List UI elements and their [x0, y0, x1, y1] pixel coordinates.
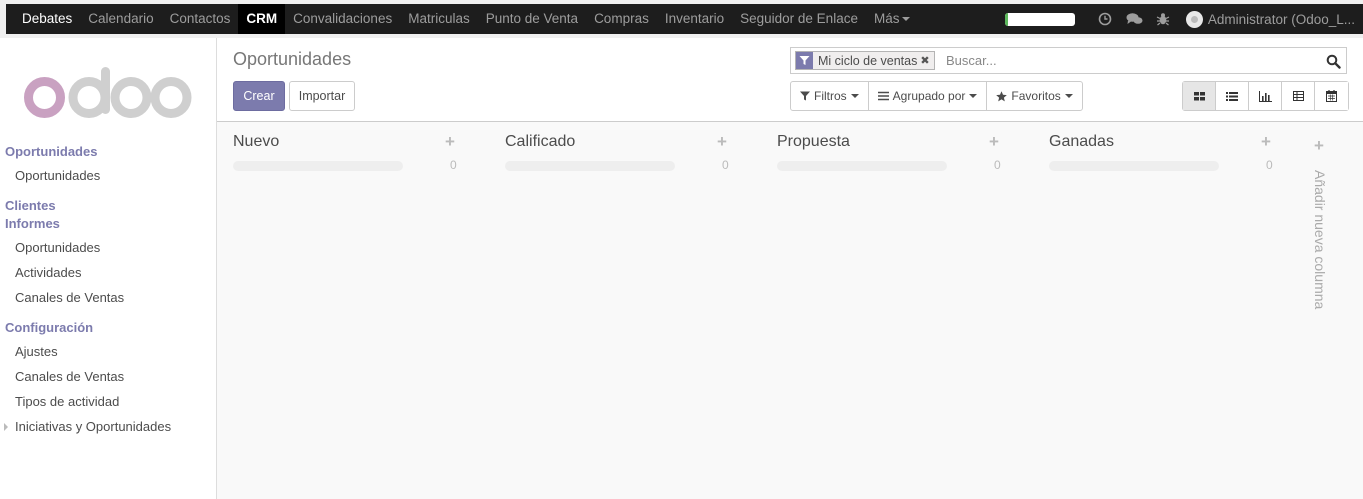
- caret-down-icon: [969, 94, 978, 98]
- group-by-button[interactable]: Agrupado por: [869, 82, 988, 110]
- column-count: 0: [722, 158, 729, 172]
- caret-right-icon[interactable]: [4, 423, 8, 431]
- column-count: 0: [1266, 158, 1273, 172]
- sidebar-item-actividades[interactable]: Actividades: [15, 265, 81, 280]
- avatar[interactable]: [1185, 10, 1203, 28]
- graph-view-button[interactable]: [1249, 82, 1282, 110]
- kanban-column-propuesta: Propuesta + 0: [761, 122, 1017, 182]
- search-icon[interactable]: [1324, 52, 1342, 70]
- page-title: Oportunidades: [233, 49, 352, 69]
- user-name[interactable]: Administrator (Odoo_L...: [1208, 12, 1355, 27]
- column-progress-bar: [233, 161, 403, 171]
- filter-icon: [796, 52, 813, 69]
- sidebar-item-ajustes[interactable]: Ajustes: [15, 344, 58, 359]
- control-panel: Oportunidades Crear Importar Mi ciclo de…: [217, 38, 1363, 122]
- sidebar-item-informes-canales-de-ventas[interactable]: Canales de Ventas: [15, 290, 124, 305]
- caret-down-icon: [850, 94, 859, 98]
- progress-bar[interactable]: [1004, 12, 1075, 26]
- search-box[interactable]: Mi ciclo de ventas ✖: [790, 47, 1347, 74]
- sidebar-item-config-canales-de-ventas[interactable]: Canales de Ventas: [15, 369, 124, 384]
- nav-item-punto-de-venta[interactable]: Punto de Venta: [478, 4, 586, 34]
- column-title[interactable]: Ganadas: [1049, 133, 1114, 151]
- column-count: 0: [994, 158, 1001, 172]
- pivot-view-button[interactable]: [1282, 82, 1315, 110]
- search-facet[interactable]: Mi ciclo de ventas ✖: [795, 51, 935, 70]
- nav-item-matriculas[interactable]: Matriculas: [400, 4, 478, 34]
- search-options: Filtros Agrupado por Favoritos: [790, 81, 1083, 111]
- nav-item-convalidaciones[interactable]: Convalidaciones: [285, 4, 400, 34]
- column-count: 0: [450, 158, 457, 172]
- list-view-button[interactable]: [1216, 82, 1249, 110]
- kanban-column-calificado: Calificado + 0: [489, 122, 745, 182]
- bug-icon[interactable]: [1149, 4, 1178, 34]
- nav-item-contactos[interactable]: Contactos: [162, 4, 239, 34]
- clock-icon[interactable]: [1091, 4, 1120, 34]
- progress-fill: [1004, 12, 1009, 26]
- caret-down-icon: [902, 17, 911, 22]
- column-title[interactable]: Propuesta: [777, 133, 850, 151]
- kanban-icon: [1193, 91, 1205, 100]
- column-progress-bar: [1049, 161, 1219, 171]
- top-bar: Debates Calendario Contactos CRM Convali…: [0, 0, 1363, 38]
- favorites-label: Favoritos: [1011, 89, 1061, 103]
- create-button[interactable]: Crear: [233, 81, 285, 111]
- sidebar-section-oportunidades[interactable]: Oportunidades: [5, 144, 97, 159]
- nav-item-crm[interactable]: CRM: [238, 4, 286, 34]
- import-button[interactable]: Importar: [289, 81, 355, 111]
- nav-item-seguidor-de-enlace[interactable]: Seguidor de Enlace: [732, 4, 866, 34]
- column-progress-bar: [777, 161, 947, 171]
- filters-label: Filtros: [814, 89, 847, 103]
- bars-icon: [877, 91, 889, 101]
- nav-item-inventario[interactable]: Inventario: [657, 4, 732, 34]
- filter-icon: [800, 91, 810, 101]
- add-column-label: Añadir nueva columna: [1312, 170, 1328, 310]
- nav-item-debates[interactable]: Debates: [14, 4, 80, 34]
- quick-add-icon[interactable]: +: [717, 132, 727, 152]
- sidebar-item-informes-oportunidades[interactable]: Oportunidades: [15, 240, 100, 255]
- column-title[interactable]: Nuevo: [233, 133, 279, 151]
- calendar-view-button[interactable]: [1315, 82, 1348, 110]
- nav-item-calendario[interactable]: Calendario: [80, 4, 161, 34]
- nav-item-compras[interactable]: Compras: [586, 4, 657, 34]
- favorites-button[interactable]: Favoritos: [987, 82, 1081, 110]
- kanban-column-ganadas: Ganadas + 0: [1033, 122, 1289, 182]
- app-menu: Debates Calendario Contactos CRM Convali…: [14, 4, 918, 34]
- main-navbar: Debates Calendario Contactos CRM Convali…: [6, 4, 1363, 34]
- table-icon: [1292, 91, 1304, 101]
- star-icon: [996, 90, 1008, 102]
- sidebar-item-tipos-de-actividad[interactable]: Tipos de actividad: [15, 394, 119, 409]
- bar-chart-icon: [1258, 90, 1272, 102]
- quick-add-icon[interactable]: +: [989, 132, 999, 152]
- list-icon: [1226, 91, 1238, 101]
- sidebar-section-informes[interactable]: Informes: [5, 216, 60, 231]
- caret-down-icon: [1064, 94, 1073, 98]
- odoo-logo[interactable]: [24, 63, 192, 119]
- systray: Administrator (Odoo_L...: [1004, 4, 1355, 34]
- sidebar-section-configuracion[interactable]: Configuración: [5, 320, 93, 335]
- column-title[interactable]: Calificado: [505, 133, 575, 151]
- close-icon[interactable]: ✖: [920, 54, 933, 67]
- search-facet-label: Mi ciclo de ventas: [818, 53, 918, 68]
- group-by-label: Agrupado por: [892, 89, 966, 103]
- nav-item-mas[interactable]: Más: [866, 4, 919, 34]
- calendar-icon: [1326, 90, 1337, 102]
- quick-add-icon[interactable]: +: [445, 132, 455, 152]
- chat-icon[interactable]: [1120, 4, 1149, 34]
- add-column-icon[interactable]: +: [1314, 136, 1324, 156]
- search-input[interactable]: [946, 51, 1316, 70]
- quick-add-icon[interactable]: +: [1261, 132, 1271, 152]
- column-progress-bar: [505, 161, 675, 171]
- kanban-view-button[interactable]: [1183, 82, 1216, 110]
- sidebar-section-clientes[interactable]: Clientes: [5, 198, 56, 213]
- sidebar: Oportunidades Oportunidades Clientes Inf…: [0, 38, 217, 499]
- kanban-column-nuevo: Nuevo + 0: [217, 122, 473, 182]
- kanban-board: Nuevo + 0 Calificado + 0 Propuesta + 0 G…: [217, 122, 1363, 499]
- sidebar-item-iniciativas-y-oportunidades[interactable]: Iniciativas y Oportunidades: [15, 419, 171, 434]
- add-column-button[interactable]: Añadir nueva columna: [1312, 170, 1330, 330]
- sidebar-item-oportunidades[interactable]: Oportunidades: [15, 168, 100, 183]
- view-switcher: [1182, 81, 1349, 111]
- filters-button[interactable]: Filtros: [791, 82, 869, 110]
- nav-item-mas-label: Más: [873, 11, 900, 26]
